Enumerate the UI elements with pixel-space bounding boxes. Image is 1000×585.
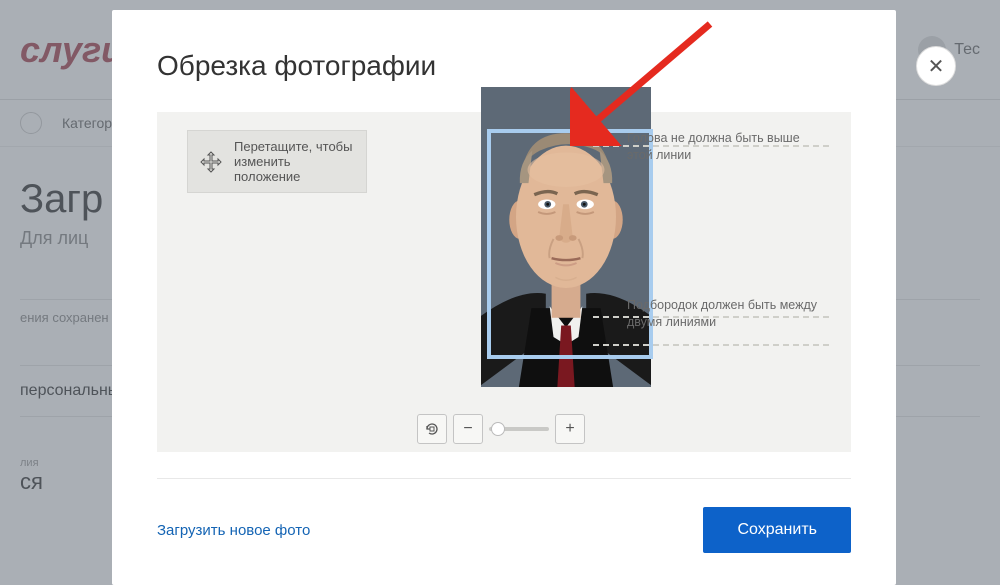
crop-workspace: Перетащите, чтобы изменить положение (157, 112, 851, 452)
portrait-photo[interactable] (481, 87, 651, 387)
modal-title: Обрезка фотографии (157, 50, 851, 82)
guide-line-top (593, 145, 829, 147)
close-icon: ✕ (928, 54, 945, 79)
drag-hint-text: Перетащите, чтобы изменить положение (234, 139, 354, 184)
zoom-controls: − + (417, 414, 585, 444)
move-icon (200, 151, 222, 173)
modal-footer: Загрузить новое фото Сохранить (157, 478, 851, 553)
rotate-icon (424, 421, 440, 437)
rotate-button[interactable] (417, 414, 447, 444)
zoom-slider[interactable] (489, 427, 549, 431)
modal-overlay[interactable]: ✕ Обрезка фотографии Перетащите, чтобы и… (0, 0, 1000, 585)
drag-hint-badge: Перетащите, чтобы изменить положение (187, 130, 367, 193)
plus-icon: + (565, 420, 574, 438)
save-button[interactable]: Сохранить (703, 507, 851, 553)
guide-text-bottom: Подбородок должен быть между двумя линия… (627, 297, 822, 331)
minus-icon: − (463, 420, 472, 438)
upload-new-link[interactable]: Загрузить новое фото (157, 522, 310, 539)
guide-line-chin-lower (593, 344, 829, 346)
crop-modal: ✕ Обрезка фотографии Перетащите, чтобы и… (112, 10, 896, 585)
slider-thumb[interactable] (491, 422, 505, 436)
zoom-in-button[interactable]: + (555, 414, 585, 444)
photo-stage[interactable] (417, 117, 727, 437)
close-button[interactable]: ✕ (916, 46, 956, 86)
guide-line-chin-upper (593, 316, 829, 318)
zoom-out-button[interactable]: − (453, 414, 483, 444)
